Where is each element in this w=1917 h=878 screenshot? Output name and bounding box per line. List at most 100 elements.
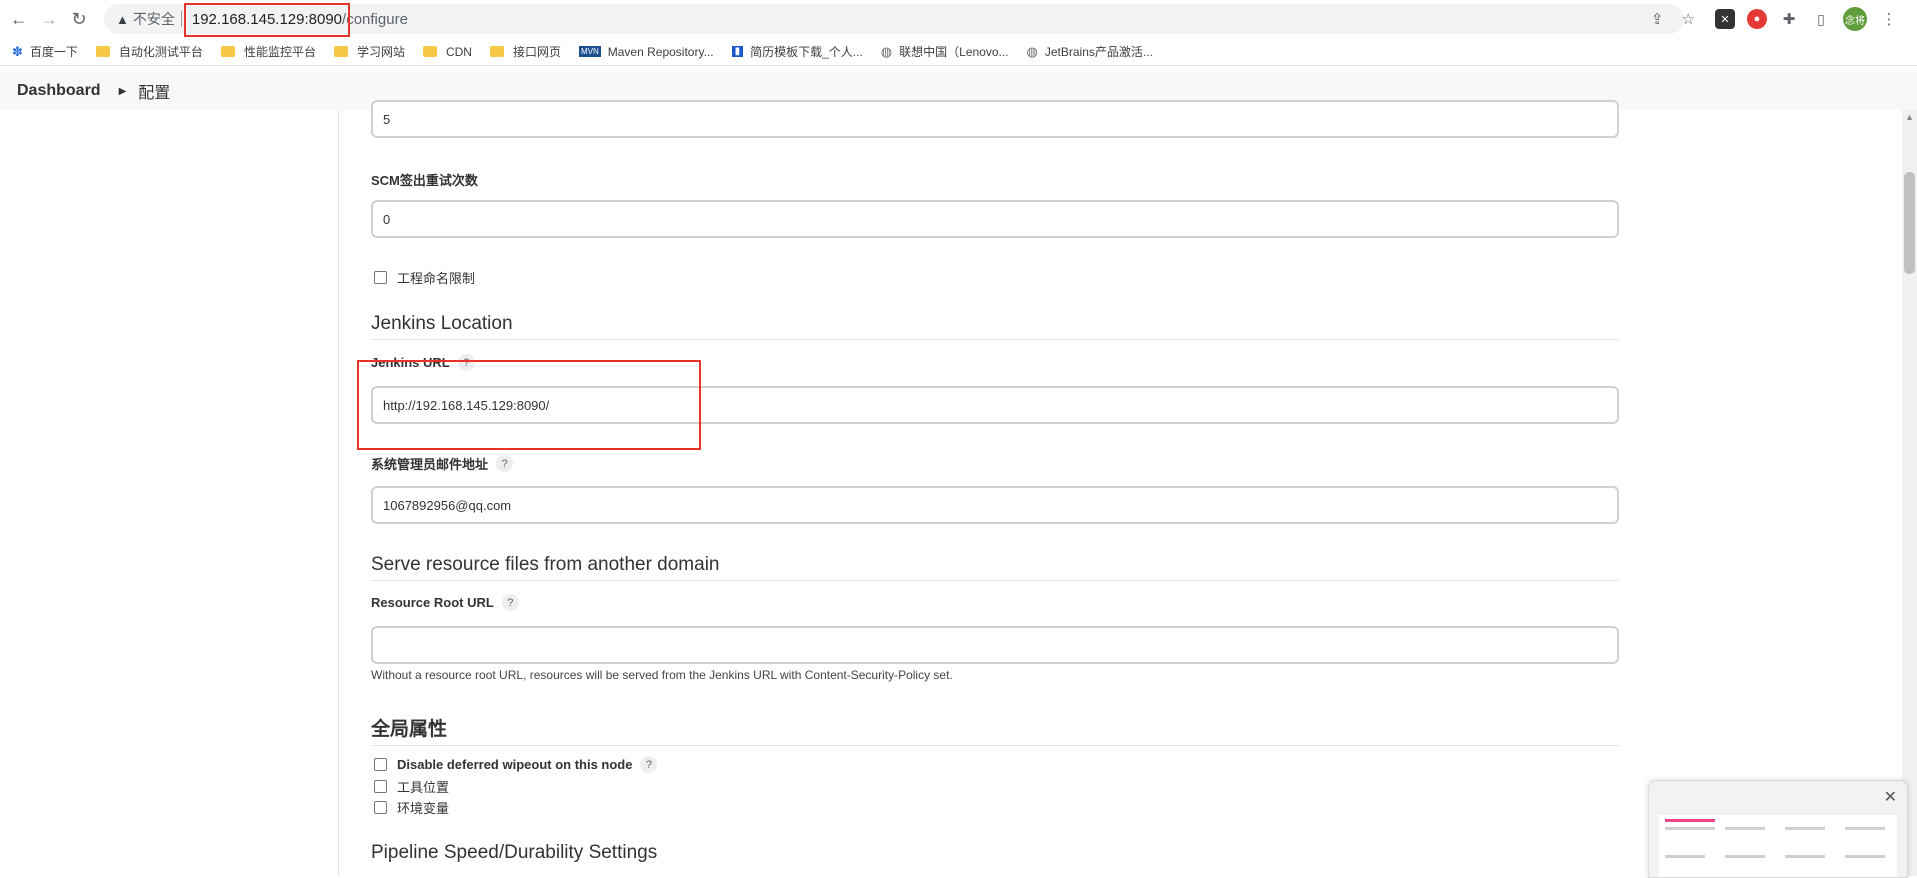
scrollbar-thumb[interactable] [1904, 172, 1915, 274]
preview-image[interactable] [1659, 815, 1897, 877]
disable-wipeout-checkbox[interactable] [374, 758, 387, 771]
jenkins-url-input[interactable]: http://192.168.145.129:8090/ [371, 386, 1619, 424]
bookmark-label: Maven Repository... [607, 44, 714, 59]
breadcrumb-configure[interactable]: 配置 [138, 79, 170, 103]
url-host: 192.168.145.129:8090 [191, 10, 343, 28]
preview-line [1785, 855, 1825, 858]
folder-icon [422, 46, 437, 57]
resource-root-input[interactable] [371, 626, 1619, 664]
sidepanel-icon[interactable]: ▯ [1811, 9, 1831, 29]
project-naming-checkbox[interactable] [374, 271, 387, 284]
config-form: 5 SCM签出重试次数 0 工程命名限制 Jenkins Location Je… [338, 100, 1917, 876]
project-naming-row: 工程命名限制 [374, 268, 475, 287]
folder-icon [220, 46, 235, 57]
bookmark-label: 联想中国（Lenovo... [899, 45, 1009, 59]
tool-locations-label: 工具位置 [397, 780, 450, 795]
insecure-label: 不安全 [132, 11, 175, 27]
folder-icon [95, 46, 110, 57]
bookmark-label: 学习网站 [356, 45, 405, 59]
env-vars-label: 环境变量 [397, 801, 450, 816]
bookmark-label: 性能监控平台 [243, 45, 316, 59]
preview-line [1665, 827, 1715, 830]
disable-wipeout-row: Disable deferred wipeout on this node ? [374, 756, 658, 773]
scm-retry-input[interactable]: 0 [371, 200, 1619, 238]
admin-email-label-text: 系统管理员邮件地址 [371, 457, 489, 472]
bookmark-folder-autotest[interactable]: 自动化测试平台 [95, 43, 203, 60]
executors-input[interactable]: 5 [371, 100, 1619, 138]
bookmark-label: 简历模板下载_个人... [750, 45, 863, 59]
bookmark-folder-cdn[interactable]: CDN [422, 45, 472, 59]
bookmark-folder-api[interactable]: 接口网页 [489, 43, 561, 60]
bookmark-folder-perf[interactable]: 性能监控平台 [220, 43, 316, 60]
project-naming-label: 工程命名限制 [397, 271, 476, 286]
disable-wipeout-label: Disable deferred wipeout on this node [397, 757, 633, 772]
help-icon[interactable]: ? [457, 354, 475, 371]
resource-root-label: Resource Root URL? [371, 594, 519, 611]
executors-value: 5 [383, 111, 391, 127]
preview-line [1725, 855, 1765, 858]
scm-retry-label-text: SCM签出重试次数 [371, 173, 478, 188]
bookmark-jetbrains[interactable]: ◍ JetBrains产品激活... [1027, 43, 1153, 60]
preview-line [1845, 855, 1885, 858]
globe-icon: ◍ [1026, 43, 1038, 59]
admin-email-label: 系统管理员邮件地址? [371, 454, 514, 473]
scroll-up-icon[interactable]: ▲ [1905, 112, 1914, 122]
bookmark-maven[interactable]: MVN Maven Repository... [578, 44, 714, 59]
jenkins-url-label: Jenkins URL? [371, 354, 475, 371]
forward-icon[interactable]: → [36, 6, 62, 32]
admin-email-value: 1067892956@qq.com [383, 497, 512, 513]
bookmark-lenovo[interactable]: ◍ 联想中国（Lenovo... [881, 43, 1009, 60]
extension-red-icon[interactable]: ● [1747, 9, 1767, 29]
bookmark-folder-study[interactable]: 学习网站 [333, 43, 405, 60]
extension-x-icon[interactable]: ✕ [1715, 9, 1735, 29]
help-icon[interactable]: ? [501, 594, 519, 611]
address-bar[interactable]: ▲ 不安全 192.168.145.129:8090/configure [104, 4, 1684, 34]
resource-root-label-text: Resource Root URL [371, 595, 494, 610]
bookmark-label: 接口网页 [512, 45, 561, 59]
bookmarks-bar: ✽ 百度一下 自动化测试平台 性能监控平台 学习网站 CDN 接口网页 MVN Ma… [0, 38, 1917, 66]
folder-icon [333, 46, 348, 57]
url-path: /configure [342, 10, 408, 28]
bookmark-label: 自动化测试平台 [118, 45, 203, 59]
extensions-area: ✕ ● ✚ ▯ 念将 ⋮ [1715, 7, 1899, 31]
global-properties-title: 全局属性 [371, 714, 1619, 746]
help-icon[interactable]: ? [640, 756, 658, 773]
env-vars-row: 环境变量 [374, 798, 449, 817]
star-icon[interactable]: ☆ [1682, 10, 1695, 28]
help-icon[interactable]: ? [496, 455, 514, 472]
jenkins-url-label-text: Jenkins URL [371, 355, 450, 370]
preview-line [1665, 855, 1705, 858]
avatar[interactable]: 念将 [1843, 7, 1867, 31]
pipeline-settings-title: Pipeline Speed/Durability Settings [371, 842, 658, 863]
scm-retry-value: 0 [383, 211, 391, 227]
resource-root-help: Without a resource root URL, resources w… [371, 668, 953, 682]
bookmark-label: JetBrains产品激活... [1044, 45, 1153, 59]
jenkins-url-value: http://192.168.145.129:8090/ [383, 397, 550, 413]
mvn-icon: MVN [578, 46, 601, 57]
bookmark-resume[interactable]: ▮ 简历模板下载_个人... [731, 43, 863, 60]
env-vars-checkbox[interactable] [374, 801, 387, 814]
admin-email-input[interactable]: 1067892956@qq.com [371, 486, 1619, 524]
breadcrumb-dashboard[interactable]: Dashboard [17, 82, 101, 100]
screenshot-preview-popup: ✕ [1648, 780, 1908, 878]
warning-icon: ▲ [116, 11, 129, 27]
scm-retry-label: SCM签出重试次数 [371, 170, 478, 189]
close-icon[interactable]: ✕ [1884, 787, 1897, 807]
preview-line [1785, 827, 1825, 830]
back-icon[interactable]: ← [6, 6, 32, 32]
paw-icon: ✽ [12, 43, 23, 59]
share-icon[interactable]: ⇪ [1651, 10, 1664, 28]
omnibox-actions: ⇪ ☆ [1651, 10, 1695, 28]
reload-icon[interactable]: ↻ [66, 6, 92, 32]
puzzle-icon[interactable]: ✚ [1779, 9, 1799, 29]
chevron-right-icon: ▶ [118, 85, 127, 97]
menu-icon[interactable]: ⋮ [1879, 9, 1899, 29]
browser-toolbar: ← → ↻ ▲ 不安全 192.168.145.129:8090/configu… [0, 0, 1917, 38]
tool-locations-checkbox[interactable] [374, 780, 387, 793]
preview-line [1665, 819, 1715, 822]
bookmark-baidu[interactable]: ✽ 百度一下 [12, 43, 78, 60]
jenkins-location-title: Jenkins Location [371, 313, 1619, 340]
doc-icon: ▮ [731, 46, 744, 57]
preview-line [1845, 827, 1885, 830]
globe-icon: ◍ [880, 43, 893, 59]
